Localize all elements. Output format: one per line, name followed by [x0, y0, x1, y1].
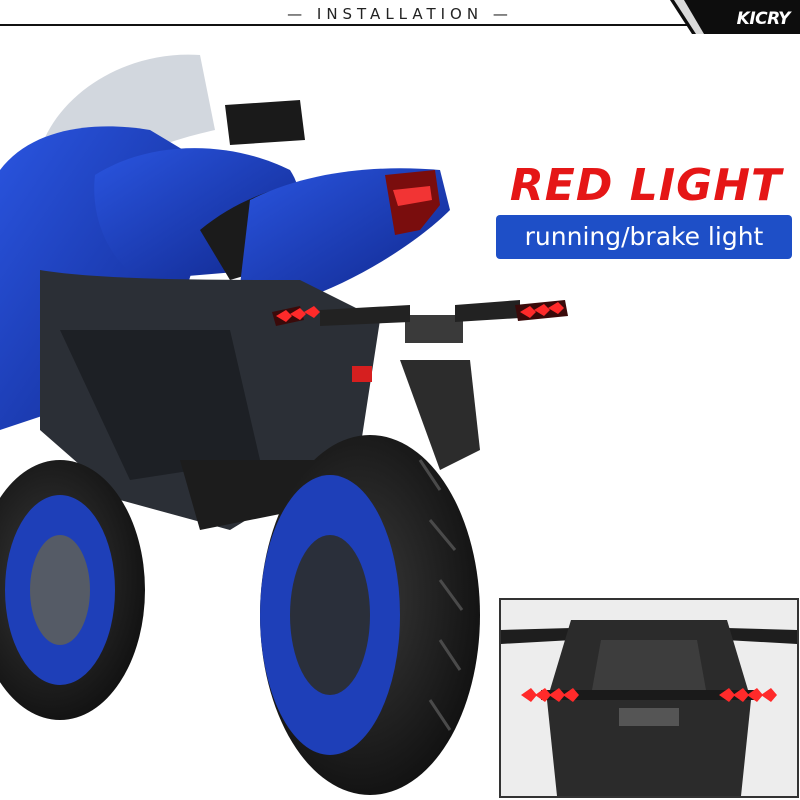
- feature-title: RED LIGHT: [509, 160, 783, 211]
- header-right-dash: —: [492, 5, 513, 23]
- right-turn-signal: [515, 300, 568, 321]
- product-image: — INSTALLATION — KICRY RED LIGHT running…: [0, 0, 800, 800]
- mirror: [225, 100, 305, 145]
- closeup-scene: [501, 600, 797, 796]
- logo-text: KICRY: [736, 9, 791, 29]
- feature-subtitle: running/brake light: [496, 215, 792, 259]
- header-left-dash: —: [287, 5, 308, 23]
- header-title: INSTALLATION: [316, 5, 484, 23]
- closeup-inset: [499, 598, 799, 798]
- brand-logo: KICRY: [670, 0, 800, 34]
- license-plate: [405, 315, 463, 343]
- reflector: [352, 366, 372, 382]
- right-signal-arm: [455, 300, 520, 322]
